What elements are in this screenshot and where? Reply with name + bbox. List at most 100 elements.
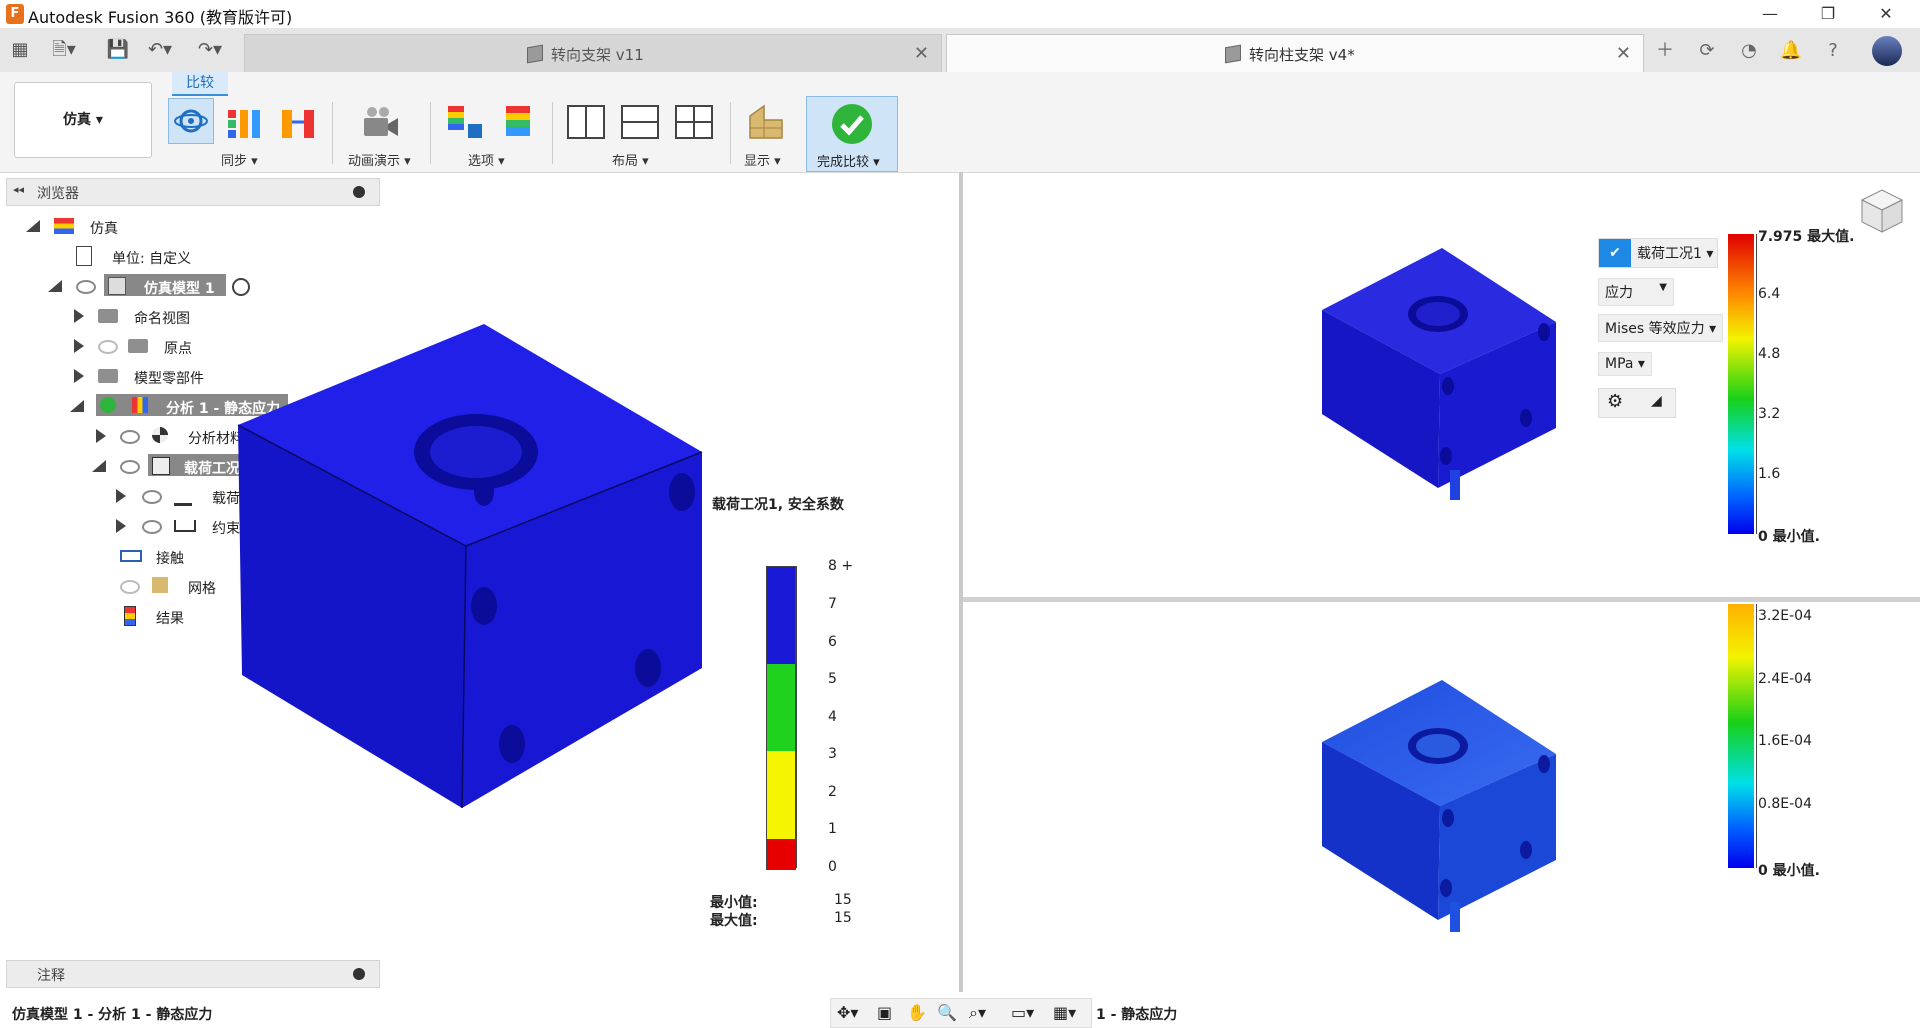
zoom-icon[interactable]: 🔍 bbox=[937, 1003, 957, 1022]
panel-minimize-icon[interactable] bbox=[353, 186, 365, 198]
model-icon bbox=[108, 277, 126, 295]
orbit-icon[interactable]: ✥▾ bbox=[837, 1003, 858, 1022]
colorbar-ticks bbox=[796, 566, 807, 868]
visibility-eye-icon[interactable] bbox=[120, 460, 140, 474]
group-label-animate[interactable]: 动画演示 ▾ bbox=[348, 150, 411, 169]
status-check-icon bbox=[100, 397, 116, 413]
disp-legend-0-8e-04: 0.8E-04 bbox=[1758, 796, 1812, 812]
options-legend-icon[interactable] bbox=[446, 102, 486, 142]
minimize-button[interactable]: — bbox=[1742, 0, 1798, 28]
collapse-panel-icon[interactable]: ◂◂ bbox=[13, 183, 24, 196]
visibility-eye-icon[interactable] bbox=[142, 520, 162, 534]
result-type-dropdown[interactable]: 应力 ▼ bbox=[1598, 278, 1674, 306]
view-cube[interactable] bbox=[1856, 186, 1906, 236]
ribbon-separator bbox=[430, 102, 431, 164]
load-case-selector[interactable]: ✔ 载荷工况1 ▾ bbox=[1598, 238, 1718, 268]
visibility-eye-icon[interactable] bbox=[120, 430, 140, 444]
hidden-eye-icon[interactable] bbox=[98, 340, 118, 354]
stress-legend-min: 0 最小值. bbox=[1758, 529, 1820, 545]
visibility-eye-icon[interactable] bbox=[76, 280, 96, 294]
results-icon bbox=[124, 606, 136, 626]
contact-icon bbox=[120, 550, 142, 562]
component-cube-icon bbox=[1225, 44, 1241, 64]
display-mesh-icon[interactable] bbox=[746, 102, 786, 142]
disp-legend-3-2e-04: 3.2E-04 bbox=[1758, 608, 1812, 624]
stress-component-dropdown[interactable]: Mises 等效应力 ▾ bbox=[1598, 314, 1724, 342]
tab-compare[interactable]: 比较 bbox=[172, 72, 228, 96]
folder-icon bbox=[128, 339, 148, 353]
new-tab-icon[interactable]: ＋ bbox=[1650, 36, 1680, 66]
redo-icon[interactable]: ↷▾ bbox=[196, 36, 224, 64]
tree-item-units[interactable]: 单位: 自定义 bbox=[20, 244, 320, 268]
maximize-button[interactable]: ❐ bbox=[1800, 0, 1856, 28]
layout-horizontal-split-icon[interactable] bbox=[620, 102, 660, 142]
pan-hand-icon[interactable]: ✋ bbox=[907, 1003, 927, 1022]
help-icon[interactable]: ? bbox=[1818, 36, 1848, 66]
model-view-stress[interactable] bbox=[1318, 244, 1558, 504]
animate-camera-icon[interactable] bbox=[360, 102, 400, 142]
tab-label: 转向柱支架 v4* bbox=[1249, 46, 1355, 64]
constraint-icon bbox=[174, 520, 196, 532]
window-title: Autodesk Fusion 360 (教育版许可) bbox=[28, 8, 293, 27]
workspace-selector-button[interactable]: 仿真 ▾ bbox=[14, 82, 152, 158]
close-tab-icon[interactable]: ✕ bbox=[1616, 43, 1631, 64]
model-view-safety-factor[interactable] bbox=[230, 320, 710, 820]
add-comment-icon[interactable] bbox=[353, 968, 365, 980]
legend-label-3: 3 bbox=[828, 746, 837, 762]
probe-icon[interactable]: ◢ bbox=[1651, 393, 1662, 409]
look-at-icon[interactable]: ▣ bbox=[877, 1003, 892, 1022]
save-icon[interactable]: 💾 bbox=[104, 36, 132, 64]
job-status-icon[interactable]: ◔ bbox=[1734, 36, 1764, 66]
close-tab-icon[interactable]: ✕ bbox=[914, 43, 929, 64]
side-hole bbox=[471, 587, 497, 625]
legend-label-1: 1 bbox=[828, 821, 837, 837]
options-colorbar-icon[interactable] bbox=[500, 102, 540, 142]
model-view-displacement[interactable] bbox=[1318, 676, 1558, 936]
user-avatar[interactable] bbox=[1872, 36, 1902, 66]
tree-item-simulation-model[interactable]: 仿真模型 1 bbox=[20, 274, 320, 298]
group-label-sync[interactable]: 同步 ▾ bbox=[221, 150, 258, 169]
document-tab-bar: ▦ 🗎▾ 💾 ↶▾ ↷▾ 转向支架 v11 ✕ 转向柱支架 v4* ✕ ＋ ⟳ … bbox=[0, 28, 1920, 73]
legend-label-7: 7 bbox=[828, 596, 837, 612]
browser-panel-header[interactable]: ◂◂ 浏览器 bbox=[6, 178, 380, 206]
status-bar: 仿真模型 1 - 分析 1 - 静态应力 ✥▾ ▣ ✋ 🔍 ⌕▾ ▭▾ ▦▾ 1… bbox=[0, 998, 1920, 1028]
unit-dropdown[interactable]: MPa ▾ bbox=[1598, 352, 1652, 376]
colorbar-ticks bbox=[1756, 234, 1767, 534]
gear-icon[interactable]: ⚙ bbox=[1607, 391, 1623, 412]
display-settings-icon[interactable]: ▭▾ bbox=[1011, 1003, 1034, 1022]
grid-settings-icon[interactable]: ▦▾ bbox=[1053, 1003, 1076, 1022]
group-label-layout[interactable]: 布局 ▾ bbox=[612, 150, 649, 169]
tab-steering-bracket[interactable]: 转向支架 v11 ✕ bbox=[244, 34, 942, 73]
group-label-display[interactable]: 显示 ▾ bbox=[744, 150, 781, 169]
comments-panel-header[interactable]: 注释 bbox=[6, 960, 380, 988]
sync-legend-icon[interactable] bbox=[224, 102, 264, 142]
layout-three-split-icon[interactable] bbox=[674, 102, 714, 142]
notification-bell-icon[interactable]: 🔔 bbox=[1776, 36, 1806, 66]
sync-results-icon[interactable] bbox=[278, 102, 318, 142]
tab-steering-column-bracket[interactable]: 转向柱支架 v4* ✕ bbox=[946, 34, 1644, 73]
sync-icon[interactable]: ⟳ bbox=[1692, 36, 1722, 66]
zoom-window-icon[interactable]: ⌕▾ bbox=[969, 1003, 986, 1023]
comments-title: 注释 bbox=[37, 968, 65, 984]
visibility-eye-icon[interactable] bbox=[142, 490, 162, 504]
tree-item-simulation[interactable]: 仿真 bbox=[20, 214, 320, 238]
file-menu-icon[interactable]: 🗎▾ bbox=[50, 36, 78, 64]
activate-target-icon[interactable] bbox=[232, 278, 250, 296]
group-label-options[interactable]: 选项 ▾ bbox=[468, 150, 505, 169]
max-value-label: 最大值: bbox=[710, 913, 758, 929]
result-title-safety-factor: 载荷工况1, 安全系数 bbox=[712, 497, 844, 513]
toolbar-ribbon: 仿真 ▾ 比较 同步 ▾ 动画演示 ▾ 选项 ▾ 布局 ▾ 显示 ▾ 完成比较 … bbox=[0, 72, 1920, 173]
layout-vertical-split-icon[interactable] bbox=[566, 102, 606, 142]
app-grid-icon[interactable]: ▦ bbox=[6, 36, 34, 64]
legend-label-6: 6 bbox=[828, 634, 837, 650]
viewport-splitter-horizontal[interactable] bbox=[963, 597, 1920, 602]
legend-label-5: 5 bbox=[828, 671, 837, 687]
finish-compare-button[interactable]: 完成比较 ▾ bbox=[806, 96, 898, 172]
sync-camera-button[interactable] bbox=[168, 98, 214, 144]
status-study-label: 1 - 静态应力 bbox=[1096, 1007, 1178, 1023]
close-window-button[interactable]: ✕ bbox=[1858, 0, 1914, 28]
undo-icon[interactable]: ↶▾ bbox=[146, 36, 174, 64]
viewport-splitter-vertical[interactable] bbox=[959, 172, 963, 992]
hidden-eye-icon[interactable] bbox=[120, 580, 140, 594]
stress-legend-1-6: 1.6 bbox=[1758, 466, 1781, 482]
